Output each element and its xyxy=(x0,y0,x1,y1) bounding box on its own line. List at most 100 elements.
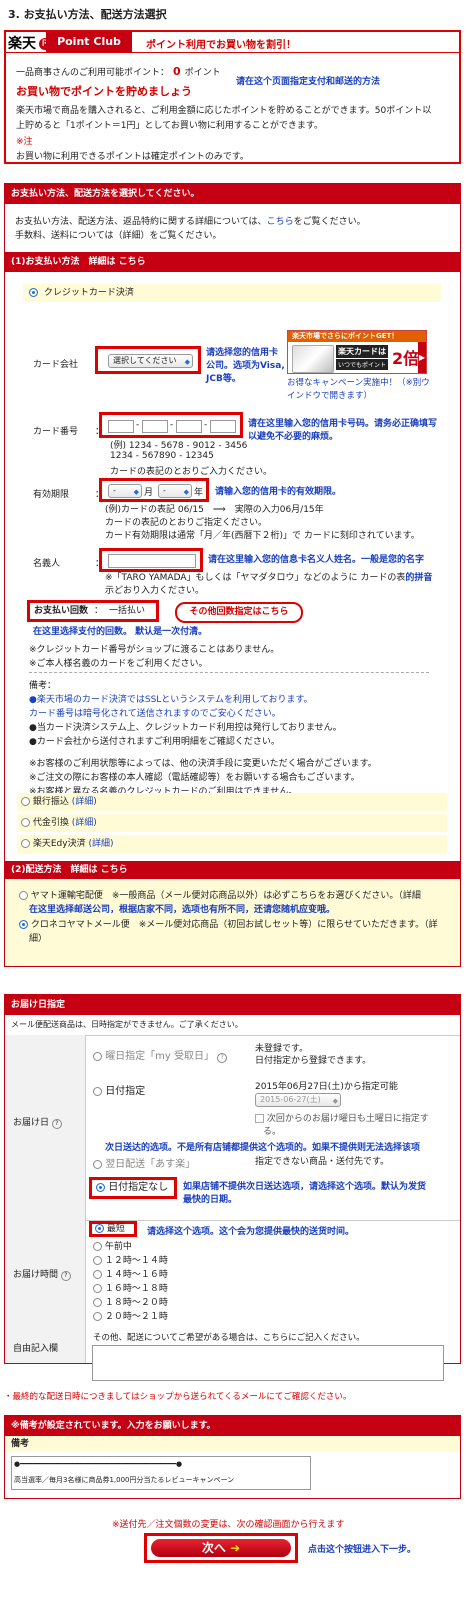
times-value[interactable]: 一括払い xyxy=(109,606,145,616)
expiry-label: 有効期限 xyxy=(33,490,70,500)
time-opt-6[interactable]: ２０時～２１時 xyxy=(93,1309,168,1322)
time-radio-1[interactable] xyxy=(93,1242,102,1251)
promo-top: 楽天市場でさらにポイントGET！ xyxy=(288,331,426,342)
point-banner: ポイント利用でお買い物を割引！ xyxy=(146,40,296,51)
point-header: 楽天 R Point Club ポイント利用でお買い物を割引！ xyxy=(6,32,459,53)
cod-option[interactable]: 代金引換 (詳細) xyxy=(17,814,447,832)
time-cn: 请选择这个选项。这个会为您提供最快的送货时间。 xyxy=(147,1227,355,1237)
cardno-cn-1: 请在这里输入您的信用卡号码。请务必正确填写 xyxy=(248,419,438,429)
select-arrow-icon: ◆ xyxy=(133,488,139,496)
time-opt-shortest-box[interactable]: 最短 xyxy=(89,1221,137,1237)
section-2-header: (2)配送方法 詳細は こちら xyxy=(5,861,460,879)
date-opt-4-box[interactable]: 日付指定なし xyxy=(89,1177,177,1199)
company-label: カード会社 xyxy=(33,360,79,370)
date-opt-3[interactable]: 翌日配送「あす楽」 xyxy=(93,1155,195,1170)
memo-textarea[interactable]: ●━━━━━━━━━━━━━━━━━━━━━━━━━━━━━━━━━━━━━● … xyxy=(11,1456,311,1490)
date-opt-2-radio[interactable] xyxy=(93,1086,102,1096)
name-ex-1: ※「TARO YAMADA」もしくは「ヤマダタロウ」などのように カードの表的拼… xyxy=(105,573,433,583)
checkbox[interactable] xyxy=(255,1114,264,1123)
date-opt-4-cn-2: 最快的日期。 xyxy=(183,1195,238,1205)
time-radio-3[interactable] xyxy=(93,1270,102,1279)
cardno-ex-2: 1234 - 567890 - 12345 xyxy=(110,451,214,461)
next-button[interactable]: 次へ ➜ xyxy=(151,1539,291,1557)
notice-2: ※ご本人様名義のカードをご利用ください。 xyxy=(29,659,208,669)
bank-radio[interactable] xyxy=(21,797,30,806)
time-opt-5[interactable]: １８時～２０時 xyxy=(93,1295,168,1308)
company-cn: 请选择您的信用卡 公司。选项为Visa, JCB等。 xyxy=(206,348,285,384)
promo-link[interactable]: お得なキャンペーン実施中！（※別ウインドウで開きます） xyxy=(287,377,437,403)
date-select[interactable]: 2015-06-27(土) ◆ xyxy=(255,1093,341,1107)
cardno-input-3[interactable] xyxy=(176,420,202,433)
name-input[interactable] xyxy=(108,554,196,568)
date-opt-3-radio[interactable] xyxy=(93,1159,102,1169)
point-desc-1: 楽天市場で商品を購入されると、ご利用金額に応じたポイントを貯めることができます。… xyxy=(16,106,432,116)
name-ex-2: 示どおり入力ください。 xyxy=(105,586,205,596)
time-radio-6[interactable] xyxy=(93,1312,102,1321)
note-mark: ※注 xyxy=(16,137,33,147)
payment-intro-1: お支払い方法、配送方法、返品特約に関する詳細については、こちらをご覧ください。 xyxy=(15,217,366,227)
expiry-cn: 请输入您的信用卡的有效期限。 xyxy=(215,487,342,497)
expiry-ex-2: カードの表記のとおりご指定ください。 xyxy=(105,518,268,528)
cardno-input-4[interactable] xyxy=(210,420,236,433)
company-select-box: 選択してください ◆ xyxy=(95,346,201,374)
date-label: お届け日 ? xyxy=(13,1115,62,1129)
date-opt-4-radio[interactable] xyxy=(96,1182,105,1192)
expiry-year-select[interactable]: - ◆ xyxy=(158,484,192,498)
time-radio-5[interactable] xyxy=(93,1298,102,1307)
date-next-check-2: る。 xyxy=(263,1127,282,1137)
company-select[interactable]: 選択してください ◆ xyxy=(108,354,193,368)
help-icon[interactable]: ? xyxy=(60,1271,71,1281)
select-arrow-icon: ◆ xyxy=(184,358,190,366)
free-textarea[interactable] xyxy=(92,1345,444,1381)
time-radio-2[interactable] xyxy=(93,1256,102,1265)
shipping-cn: 在这里选择邮送公司，根据店家不同，选项也有所不同，还请您随机应变哦。 xyxy=(29,905,336,915)
credit-radio[interactable] xyxy=(29,288,38,297)
kuroneko-option[interactable]: クロネコヤマトメール便 ※メール便対応商品（初回お試しセット等）に限らせていただ… xyxy=(19,917,438,930)
times-other-button[interactable]: その他回数指定はこちら xyxy=(175,602,303,623)
note-text: お買い物に利用できるポイントは確定ポイントのみです。 xyxy=(16,152,249,162)
section-1-header: (1)お支払い方法 詳細は こちら xyxy=(5,252,460,272)
date-next-check[interactable]: 次回からのお届け曜日も土曜日に指定す xyxy=(255,1111,429,1124)
bank-option[interactable]: 銀行振込 (詳細) xyxy=(17,793,447,811)
expiry-month-select[interactable]: - ◆ xyxy=(108,484,142,498)
time-opt-1[interactable]: 午前中 xyxy=(93,1239,132,1252)
cod-detail-link[interactable]: (詳細) xyxy=(72,818,97,828)
time-radio-0[interactable] xyxy=(95,1224,104,1233)
time-opt-2[interactable]: １２時～１４時 xyxy=(93,1253,168,1266)
date-opt-1-radio[interactable] xyxy=(93,1051,102,1061)
date-cn-1: 次日送达的选项。不是所有店铺都提供这个选项的。如果不提供则无法选择该项 xyxy=(105,1143,421,1153)
memo-section: ※備考が設定されています。入力をお願いします。 備考 ●━━━━━━━━━━━━… xyxy=(4,1415,461,1499)
cod-radio[interactable] xyxy=(21,818,30,827)
help-icon[interactable]: ? xyxy=(217,1053,228,1063)
logo-kanji: 楽天 xyxy=(8,36,36,52)
name-label: 名義人 xyxy=(33,559,61,569)
cardno-input-2[interactable] xyxy=(142,420,168,433)
edy-radio[interactable] xyxy=(21,839,30,848)
times-box: お支払い回数：一括払い xyxy=(27,600,159,622)
edy-option[interactable]: 楽天Edy決済 (詳細) xyxy=(17,835,447,853)
promo-banner[interactable]: 楽天市場でさらにポイントGET！ 楽天カードは いつでもポイント 2倍 ▶ xyxy=(287,330,427,374)
cardno-input-1[interactable] xyxy=(108,420,134,433)
free-text: その他、配送についてご希望がある場合は、こちらにご記入ください。 xyxy=(93,1333,365,1343)
date-opt-1[interactable]: 曜日指定「my 受取日」 ? xyxy=(93,1047,228,1063)
payment-section: お支払い方法、配送方法を選択してください。 お支払い方法、配送方法、返品特約に関… xyxy=(4,183,461,967)
credit-option[interactable]: クレジットカード決済 xyxy=(23,284,441,302)
date-opt-2[interactable]: 日付指定 xyxy=(93,1082,145,1097)
yamato-radio[interactable] xyxy=(19,891,28,900)
time-opt-3[interactable]: １４時～１６時 xyxy=(93,1267,168,1280)
time-opt-4[interactable]: １６時～１８時 xyxy=(93,1281,168,1294)
payment-header: お支払い方法、配送方法を選択してください。 xyxy=(5,184,460,204)
rakuten-logo: 楽天 R xyxy=(8,33,51,52)
cardno-cn-2: 以避免不必要的麻烦。 xyxy=(248,432,339,442)
payment-intro-2: 手数料、送料については（詳細）をご覧ください。 xyxy=(15,231,222,241)
yamato-option[interactable]: ヤマト運輸宅配便 ※一般商品（メール便対応商品以外）は必ずこちらをお選びください… xyxy=(19,888,421,901)
bank-detail-link[interactable]: (詳細) xyxy=(72,797,97,807)
edy-detail-link[interactable]: (詳細) xyxy=(88,839,113,849)
help-icon[interactable]: ? xyxy=(51,1119,62,1129)
detail-link[interactable]: こちら xyxy=(267,217,294,227)
time-radio-4[interactable] xyxy=(93,1284,102,1293)
expiry-ex-3: カード有効期限は通常「月／年(西暦下２桁)」で カードに刻印されています。 xyxy=(105,531,420,541)
time-label: お届け時間 ? xyxy=(13,1267,71,1281)
kuroneko-radio[interactable] xyxy=(19,920,28,929)
next-cn: 点击这个按钮进入下一步。 xyxy=(308,1545,417,1555)
